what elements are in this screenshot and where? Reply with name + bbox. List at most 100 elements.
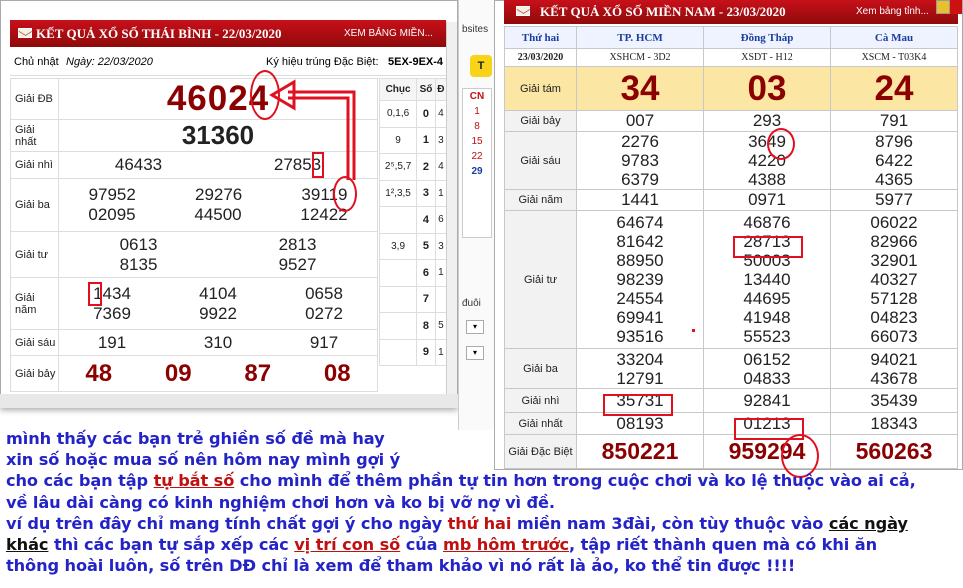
- highlight-circle: [333, 176, 357, 212]
- prize-label: Giải tư: [10, 231, 59, 278]
- prize-label: Giải năm: [504, 189, 577, 211]
- prize-label: Giải bảy: [10, 355, 59, 392]
- prize-number: 0971: [748, 190, 786, 209]
- dropdown-select[interactable]: ▾: [466, 320, 484, 334]
- prize-label: Giải nhất: [10, 119, 59, 152]
- prize-number: 6422: [875, 151, 913, 170]
- prize-number: 06022: [870, 213, 918, 232]
- prize-number: 12791: [616, 368, 664, 388]
- mien-nam-results-table: Thứ hai TP. HCM Đồng Tháp Cà Mau 23/03/2…: [504, 26, 958, 469]
- prize-number: 191: [97, 332, 127, 352]
- province-name[interactable]: TP. HCM: [576, 26, 704, 49]
- message-text: , tập riết thành quen mà có khi ăn: [569, 535, 878, 555]
- prize-row: Giải năm 1441 0971 5977: [504, 189, 958, 211]
- dropdown-select[interactable]: ▾: [466, 346, 484, 360]
- prize-number: 29276: [194, 185, 243, 204]
- prize-number: 8796: [875, 132, 913, 151]
- loto-cell: 6: [434, 206, 448, 234]
- draw-day: Chủ nhật: [14, 56, 59, 68]
- message-line: thông hoài luôn, số trên DĐ chỉ là xem đ…: [6, 556, 796, 576]
- message-text: của: [400, 535, 444, 555]
- loto-cell: 1: [434, 338, 448, 366]
- prize-number: 0658: [305, 283, 343, 303]
- draw-day: Thứ hai: [504, 26, 577, 49]
- tail-filter-label: đuôi: [462, 298, 481, 309]
- loto-cell: [378, 285, 418, 313]
- prize-cell: 94021 43678: [830, 348, 958, 389]
- column-header: Chục: [378, 78, 418, 101]
- view-region-table-link[interactable]: XEM BẢNG MIỀN...: [344, 28, 433, 39]
- loto-cell: [378, 259, 418, 287]
- prize-number: 13440: [743, 270, 791, 289]
- prize-number: 34: [620, 68, 660, 108]
- calendar-day[interactable]: 15: [463, 134, 491, 149]
- loto-cell: 1: [434, 179, 448, 207]
- loto-cell: [378, 312, 418, 340]
- advice-message: mình thấy các bạn trẻ ghiền số đề mà hay…: [0, 428, 963, 588]
- prize-number: 82966: [870, 232, 918, 251]
- prize-number: 43678: [870, 368, 918, 388]
- prize-cell: 34: [576, 66, 704, 111]
- calendar-day[interactable]: 29: [463, 164, 491, 179]
- prize-cell: 03: [703, 66, 831, 111]
- loto-digit: 8: [416, 312, 436, 340]
- prize-number: 35439: [870, 390, 918, 410]
- loto-digit: 1: [416, 126, 436, 154]
- calendar-day[interactable]: 8: [463, 119, 491, 134]
- special-code-label: Ký hiệu trúng Đặc Biệt:: [266, 56, 379, 68]
- red-dot-mark: [692, 329, 695, 332]
- prize-number: 94021: [870, 349, 918, 369]
- calendar-day[interactable]: 1: [463, 104, 491, 119]
- loto-digit: 5: [416, 232, 436, 260]
- message-line: khác thì các bạn tự sắp xếp các vị trí c…: [0, 534, 963, 555]
- column-header: Số: [416, 78, 436, 101]
- prize-number: 33204: [616, 349, 664, 369]
- message-line: xin số hoặc mua số nên hôm nay mình gợi …: [6, 450, 401, 470]
- prize-number: 06152: [743, 349, 791, 369]
- thai-binh-subheader: Chủ nhật Ngày: 22/03/2020 Ký hiệu trúng …: [10, 50, 446, 76]
- loto-row: 0,1,6 0 4: [378, 100, 448, 128]
- province-name[interactable]: Đồng Tháp: [703, 26, 831, 49]
- prize-row: Giải tám 34 03 24: [504, 66, 958, 111]
- prize-number: 04833: [743, 368, 791, 388]
- draw-date: 23/03/2020: [504, 48, 577, 67]
- prize-number: 98239: [616, 270, 664, 289]
- prize-number: 4104: [199, 283, 237, 303]
- loto-cell: 1²,3,5: [378, 179, 418, 207]
- prize-label: Giải sáu: [504, 131, 577, 190]
- prize-number: 04823: [870, 308, 918, 327]
- prize-number: 4365: [875, 170, 913, 189]
- mail-icon: [516, 6, 530, 16]
- prize-cell: 791: [830, 110, 958, 132]
- province-name[interactable]: Cà Mau: [830, 26, 958, 49]
- highlight-box: [733, 236, 803, 258]
- prize-cell: 2276 9783 6379: [576, 131, 704, 190]
- prize-cell: 33204 12791: [576, 348, 704, 389]
- loto-cell: [378, 206, 418, 234]
- prize-number: 4388: [748, 170, 786, 189]
- calendar-day[interactable]: 22: [463, 149, 491, 164]
- prize-row-nam: Giải năm 1434 4104 0658 7369 9922 0272: [10, 277, 378, 330]
- menu-icon[interactable]: [936, 0, 950, 14]
- prize-number: 310: [203, 332, 233, 352]
- message-text: miền nam 3đài, còn tùy thuộc vào: [511, 513, 829, 533]
- draw-date: Ngày: 22/03/2020: [66, 56, 153, 68]
- view-province-table-link[interactable]: Xem bảng tỉnh...: [856, 6, 929, 17]
- red-arrow-annotation: [269, 79, 356, 180]
- loto-digit: 3: [416, 179, 436, 207]
- loto-cell: 3,9: [378, 232, 418, 260]
- prize-row: Giải bảy 007 293 791: [504, 110, 958, 132]
- prize-number: 24554: [616, 289, 664, 308]
- left-panel-scrollbar[interactable]: [446, 22, 457, 408]
- prize-number: 48: [85, 359, 113, 387]
- calendar-day: CN: [469, 91, 485, 102]
- loto-row: 85: [378, 312, 448, 340]
- loto-digit: 0: [416, 100, 436, 128]
- loto-row: 61: [378, 259, 448, 287]
- loto-digit: 4: [416, 206, 436, 234]
- column-header: Đ: [434, 78, 448, 101]
- prize-number: 0272: [305, 303, 343, 323]
- background-yellow-button[interactable]: T: [470, 55, 492, 77]
- prize-number: 1441: [621, 190, 659, 209]
- loto-cell: 3: [434, 232, 448, 260]
